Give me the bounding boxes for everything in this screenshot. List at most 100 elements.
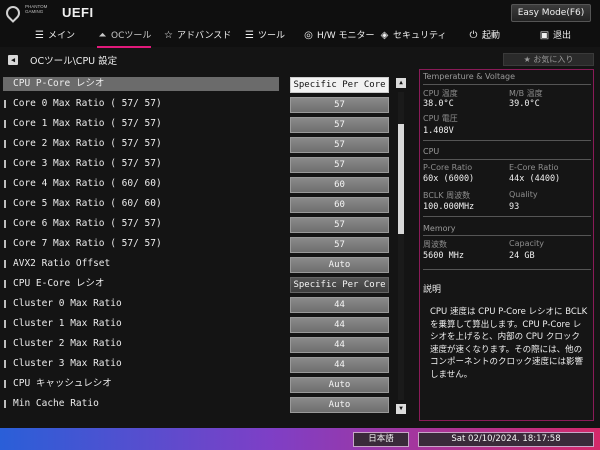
setting-row[interactable]: Core 7 Max Ratio ( 57/ 57) 57	[0, 234, 400, 254]
memory-freq-value: 5600 MHz	[423, 251, 464, 261]
ecore-ratio-value: 44x (4400)	[509, 174, 561, 184]
main-tabs: ☰ メイン ⏶ OCツール ☆ アドバンスド ☰ ツール ◎ H/W モニター ◈ セキュリ…	[0, 27, 600, 48]
description-title: 説明	[423, 285, 442, 295]
setting-value[interactable]: Specific Per Core	[290, 277, 389, 293]
brand-logo: PHANTOM GAMING UEFI	[3, 3, 114, 24]
hw-monitor-icon: ◎	[304, 30, 313, 41]
setting-row[interactable]: Min Cache Ratio Auto	[0, 394, 400, 414]
setting-value[interactable]: 57	[290, 97, 389, 113]
tab-exit[interactable]: ▣ 退出	[539, 27, 571, 46]
exit-icon: ▣	[539, 30, 550, 41]
setting-row[interactable]: Core 6 Max Ratio ( 57/ 57) 57	[0, 214, 400, 234]
setting-label: Cluster 1 Max Ratio	[13, 318, 122, 329]
setting-row[interactable]: Cluster 1 Max Ratio 44	[0, 314, 400, 334]
brand-text: UEFI	[62, 5, 94, 20]
setting-label: Cluster 3 Max Ratio	[13, 358, 122, 369]
setting-value[interactable]: 60	[290, 177, 389, 193]
setting-value[interactable]: 44	[290, 297, 389, 313]
setting-value[interactable]: 57	[290, 157, 389, 173]
setting-value[interactable]: Specific Per Core	[290, 77, 389, 93]
setting-value[interactable]: 44	[290, 357, 389, 373]
tab-security[interactable]: ◈ セキュリティ	[379, 27, 447, 46]
setting-label: Min Cache Ratio	[13, 398, 99, 409]
setting-value[interactable]: 44	[290, 317, 389, 333]
setting-row[interactable]: Core 2 Max Ratio ( 57/ 57) 57	[0, 134, 400, 154]
tab-tool[interactable]: ☰ ツール	[244, 27, 285, 46]
setting-label: Core 0 Max Ratio ( 57/ 57)	[13, 98, 162, 109]
top-bar: PHANTOM GAMING UEFI Easy Mode(F6)	[0, 0, 600, 27]
setting-row[interactable]: Core 4 Max Ratio ( 60/ 60) 60	[0, 174, 400, 194]
tab-main[interactable]: ☰ メイン	[34, 27, 75, 46]
brand-small-text: PHANTOM GAMING	[25, 4, 48, 14]
oc-tweaker-icon: ⏶	[98, 30, 107, 41]
settings-list: CPU P-Core レシオ Specific Per Core Core 0 M…	[0, 74, 400, 416]
tab-label: 起動	[482, 31, 501, 41]
tool-icon: ☰	[245, 30, 254, 41]
quality-value: 93	[509, 202, 520, 212]
setting-row[interactable]: CPU P-Core レシオ Specific Per Core	[0, 74, 400, 94]
memory-capacity-value: 24 GB	[509, 251, 535, 261]
tab-oc-tweaker[interactable]: ⏶ OCツール	[97, 27, 152, 48]
cpu-volt-label: CPU 電圧	[423, 114, 458, 123]
tab-label: アドバンスド	[177, 31, 232, 41]
setting-value[interactable]: 57	[290, 237, 389, 253]
setting-row[interactable]: Core 1 Max Ratio ( 57/ 57) 57	[0, 114, 400, 134]
settings-scrollbar[interactable]: ▲ ▼	[396, 78, 406, 414]
ecore-ratio-label: E-Core Ratio	[509, 163, 559, 172]
main-icon: ☰	[35, 30, 44, 41]
scroll-up-icon[interactable]: ▲	[396, 78, 406, 88]
easy-mode-button[interactable]: Easy Mode(F6)	[511, 4, 591, 22]
tab-label: H/W モニター	[317, 31, 375, 41]
setting-row[interactable]: CPU キャッシュレシオ Auto	[0, 374, 400, 394]
divider	[423, 140, 591, 141]
tab-hw-monitor[interactable]: ◎ H/W モニター	[303, 27, 375, 46]
setting-value[interactable]: 57	[290, 117, 389, 133]
boot-icon: ⏻	[469, 30, 478, 41]
status-bar: 日本語 Sat 02/10/2024. 18:17:58	[0, 428, 600, 450]
divider	[423, 235, 591, 236]
memory-section-title: Memory	[423, 224, 456, 233]
setting-label: Core 7 Max Ratio ( 57/ 57)	[13, 238, 162, 249]
language-button[interactable]: 日本語	[353, 432, 409, 447]
setting-value[interactable]: Auto	[290, 397, 389, 413]
tab-label: ツール	[258, 31, 286, 41]
tab-boot[interactable]: ⏻ 起動	[468, 27, 500, 46]
setting-row[interactable]: Core 3 Max Ratio ( 57/ 57) 57	[0, 154, 400, 174]
setting-label: Cluster 0 Max Ratio	[13, 298, 122, 309]
panel-title: Temperature & Voltage	[423, 72, 516, 81]
setting-value[interactable]: Auto	[290, 257, 389, 273]
setting-row[interactable]: Core 5 Max Ratio ( 60/ 60) 60	[0, 194, 400, 214]
divider	[423, 159, 591, 160]
datetime-display[interactable]: Sat 02/10/2024. 18:17:58	[418, 432, 594, 447]
phantom-gaming-icon	[3, 3, 23, 23]
favorite-button[interactable]: ★ お気に入り	[503, 53, 594, 66]
setting-row[interactable]: AVX2 Ratio Offset Auto	[0, 254, 400, 274]
bclk-label: BCLK 周波数	[423, 191, 471, 200]
setting-value[interactable]: 44	[290, 337, 389, 353]
setting-value[interactable]: 57	[290, 137, 389, 153]
info-panel: Temperature & Voltage CPU 温度 38.0°C M/B …	[419, 69, 594, 421]
cpu-temp-value: 38.0°C	[423, 99, 454, 109]
description-text: CPU 速度は CPU P-Core レシオに BCLK を乗算して算出します。…	[430, 307, 588, 380]
setting-value[interactable]: 57	[290, 217, 389, 233]
setting-row[interactable]: Core 0 Max Ratio ( 57/ 57) 57	[0, 94, 400, 114]
setting-row[interactable]: Cluster 2 Max Ratio 44	[0, 334, 400, 354]
scroll-down-icon[interactable]: ▼	[396, 404, 406, 414]
cpu-volt-value: 1.408V	[423, 126, 454, 136]
setting-row[interactable]: CPU E-Core レシオ Specific Per Core	[0, 274, 400, 294]
setting-value[interactable]: 60	[290, 197, 389, 213]
tab-label: 退出	[553, 31, 572, 41]
setting-row[interactable]: Cluster 3 Max Ratio 44	[0, 354, 400, 374]
tab-label: OCツール	[111, 31, 152, 41]
tab-advanced[interactable]: ☆ アドバンスド	[163, 27, 231, 46]
scroll-thumb[interactable]	[398, 124, 404, 234]
setting-label: CPU P-Core レシオ	[3, 77, 279, 91]
cpu-temp-label: CPU 温度	[423, 89, 458, 98]
setting-row[interactable]: Cluster 0 Max Ratio 44	[0, 294, 400, 314]
cpu-section-title: CPU	[423, 147, 440, 156]
tab-label: セキュリティ	[393, 31, 447, 41]
setting-value[interactable]: Auto	[290, 377, 389, 393]
back-icon[interactable]: ◀	[8, 55, 18, 65]
divider	[423, 216, 591, 217]
breadcrumb: OCツール\CPU 設定	[30, 56, 118, 67]
